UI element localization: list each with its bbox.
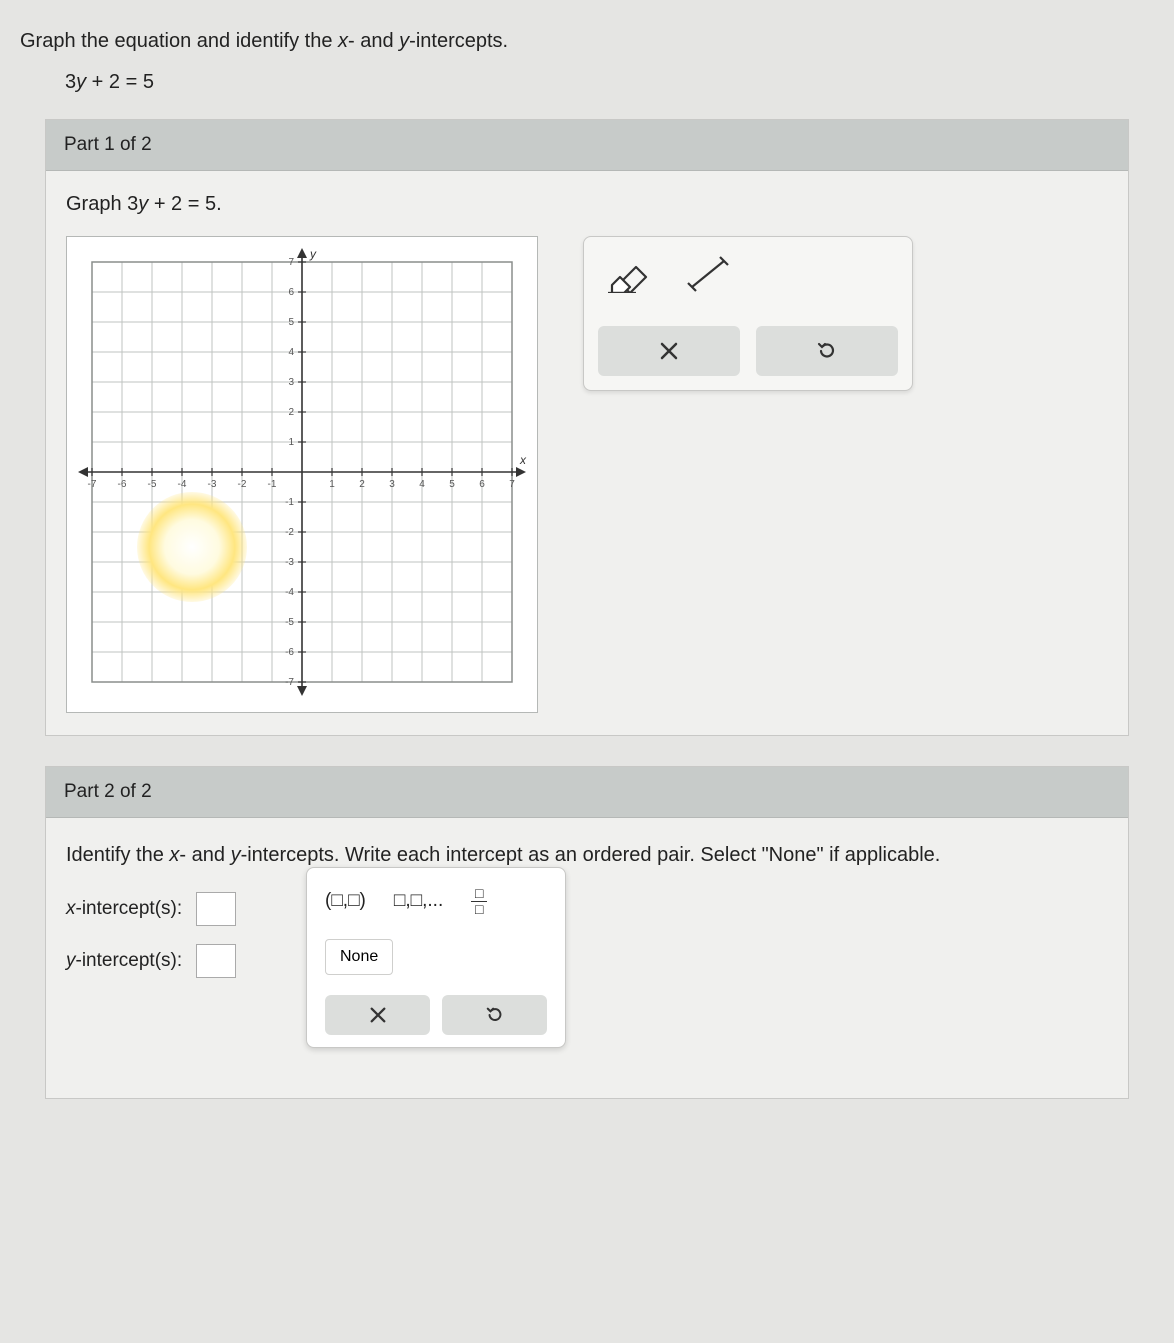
svg-text:-3: -3 [208,479,217,490]
svg-text:-6: -6 [285,647,294,658]
eraser-icon[interactable] [606,255,654,298]
x-intercept-row: x-intercept(s): [66,892,1108,926]
svg-text:-2: -2 [285,527,294,538]
svg-text:2: 2 [288,407,294,418]
svg-text:-5: -5 [148,479,157,490]
problem-equation: 3y + 2 = 5 [65,71,1154,94]
svg-text:y: y [309,247,317,261]
svg-text:3: 3 [288,377,294,388]
undo-graph-button[interactable] [756,326,898,376]
ordered-pair-button[interactable]: (□,□) [325,890,366,912]
x-intercept-input[interactable] [196,892,236,926]
svg-text:-7: -7 [285,677,294,688]
undo-answer-button[interactable] [442,995,547,1035]
answer-format-panel: (□,□) □,□,... □ □ None [306,867,566,1048]
svg-text:-2: -2 [238,479,247,490]
svg-text:5: 5 [449,479,455,490]
part-1-header: Part 1 of 2 [46,120,1128,171]
list-button[interactable]: □,□,... [394,890,443,912]
problem-instruction: Graph the equation and identify the x- a… [20,30,1154,53]
svg-text:6: 6 [479,479,485,490]
clear-answer-button[interactable] [325,995,430,1035]
clear-graph-button[interactable] [598,326,740,376]
fraction-button[interactable]: □ □ [471,886,487,917]
svg-text:-6: -6 [118,479,127,490]
close-icon [369,1006,387,1024]
part-2-prompt: Identify the x- and y-intercepts. Write … [66,840,1108,870]
svg-text:-4: -4 [178,479,187,490]
svg-text:-7: -7 [88,479,97,490]
svg-text:-3: -3 [285,557,294,568]
svg-text:-5: -5 [285,617,294,628]
y-intercept-row: y-intercept(s): [66,944,1108,978]
svg-text:4: 4 [419,479,425,490]
line-segment-icon[interactable] [684,255,732,298]
svg-text:5: 5 [288,317,294,328]
svg-text:-1: -1 [285,497,294,508]
svg-text:6: 6 [288,287,294,298]
none-button[interactable]: None [325,939,393,975]
svg-text:1: 1 [288,437,294,448]
close-icon [659,341,679,361]
svg-text:-1: -1 [268,479,277,490]
part-2-container: Part 2 of 2 Identify the x- and y-interc… [45,766,1129,1099]
part-1-container: Part 1 of 2 Graph 3y + 2 = 5. -7 -6 -5 -4 -3… [45,119,1129,736]
svg-text:1: 1 [329,479,335,490]
svg-text:7: 7 [288,257,294,268]
undo-icon [816,340,838,362]
y-intercept-label: y-intercept(s): [66,950,182,972]
part-2-header: Part 2 of 2 [46,767,1128,818]
svg-text:x: x [519,453,527,467]
svg-text:4: 4 [288,347,294,358]
svg-text:3: 3 [389,479,395,490]
y-intercept-input[interactable] [196,944,236,978]
svg-text:7: 7 [509,479,515,490]
svg-text:2: 2 [359,479,365,490]
part-1-prompt: Graph 3y + 2 = 5. [66,193,1108,216]
graph-canvas[interactable]: -7 -6 -5 -4 -3 -2 -1 1 2 3 4 5 6 7 -7 -6 -5 -4 -3 -2 -1 1 2 3 4 5… [66,236,538,713]
tool-panel [583,236,913,391]
svg-text:-4: -4 [285,587,294,598]
x-intercept-label: x-intercept(s): [66,898,182,920]
undo-icon [485,1005,505,1025]
